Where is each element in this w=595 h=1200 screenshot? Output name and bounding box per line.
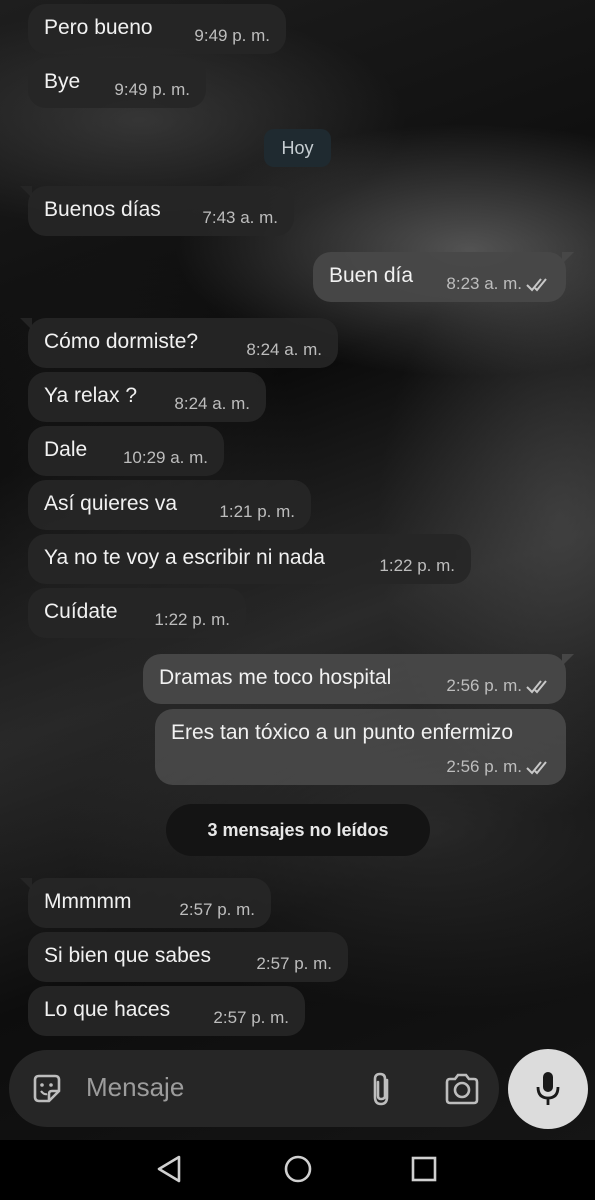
- message-incoming[interactable]: Cuídate 1:22 p. m.: [28, 588, 246, 638]
- message-time: 2:56 p. m.: [446, 676, 522, 695]
- message-incoming[interactable]: Bye 9:49 p. m.: [28, 58, 206, 108]
- message-incoming[interactable]: Dale 10:29 a. m.: [28, 426, 224, 476]
- date-divider: Hoy: [264, 129, 331, 167]
- message-text: Dale: [44, 438, 88, 461]
- bubble-tail: [562, 252, 574, 264]
- message-text: Si bien que sabes: [44, 944, 211, 967]
- message-text: Cómo dormiste?: [44, 330, 199, 353]
- system-navigation-bar: [0, 1140, 595, 1200]
- message-time: 9:49 p. m.: [114, 80, 190, 99]
- message-time: 2:57 p. m.: [213, 1008, 289, 1027]
- message-text: Buenos días: [44, 198, 161, 221]
- message-text: Bye: [44, 70, 81, 93]
- message-outgoing[interactable]: Buen día 8:23 a. m.: [313, 252, 574, 302]
- message-incoming[interactable]: Ya relax ? 8:24 a. m.: [28, 372, 266, 422]
- message-outgoing[interactable]: Eres tan tóxico a un punto enfermizo 2:5…: [155, 709, 566, 785]
- message-incoming[interactable]: Lo que haces 2:57 p. m.: [28, 986, 305, 1036]
- message-text: Cuídate: [44, 600, 118, 623]
- message-time: 2:57 p. m.: [256, 954, 332, 973]
- home-icon[interactable]: [283, 1154, 313, 1184]
- message-text: Buen día: [329, 264, 414, 287]
- message-time: 2:57 p. m.: [179, 900, 255, 919]
- camera-icon[interactable]: [443, 1072, 481, 1106]
- read-ticks-icon: [526, 760, 552, 776]
- message-incoming[interactable]: Ya no te voy a escribir ni nada 1:22 p. …: [28, 534, 471, 584]
- attach-icon[interactable]: [367, 1070, 397, 1108]
- message-incoming[interactable]: Si bien que sabes 2:57 p. m.: [28, 932, 348, 982]
- message-time: 1:22 p. m.: [154, 610, 230, 629]
- message-time: 2:56 p. m.: [446, 757, 522, 776]
- bubble-tail: [20, 186, 32, 198]
- message-text: Ya no te voy a escribir ni nada: [44, 546, 325, 569]
- message-composer: Mensaje: [9, 1050, 499, 1127]
- message-text: Pero bueno: [44, 16, 153, 39]
- message-text: Eres tan tóxico a un punto enfermizo: [171, 721, 514, 744]
- message-time: 8:23 a. m.: [446, 274, 522, 293]
- message-time: 7:43 a. m.: [202, 208, 278, 227]
- read-ticks-icon: [526, 277, 552, 293]
- message-time: 8:24 a. m.: [246, 340, 322, 359]
- bubble-tail: [20, 318, 32, 330]
- message-time: 1:21 p. m.: [219, 502, 295, 521]
- message-incoming[interactable]: Cómo dormiste? 8:24 a. m.: [20, 318, 338, 368]
- message-text: Mmmmm: [44, 890, 132, 913]
- mic-button[interactable]: [508, 1049, 588, 1129]
- message-text: Ya relax ?: [44, 384, 137, 407]
- back-icon[interactable]: [155, 1154, 185, 1184]
- mic-icon: [533, 1070, 563, 1108]
- message-incoming[interactable]: Pero bueno 9:49 p. m.: [28, 4, 286, 54]
- sticker-icon[interactable]: [30, 1072, 64, 1106]
- unread-messages-label: 3 mensajes no leídos: [207, 820, 389, 840]
- read-ticks-icon: [526, 679, 552, 695]
- message-time: 9:49 p. m.: [194, 26, 270, 45]
- bubble-tail: [562, 654, 574, 666]
- message-text: Dramas me toco hospital: [159, 666, 392, 689]
- message-outgoing[interactable]: Dramas me toco hospital 2:56 p. m.: [143, 654, 574, 704]
- message-text: Lo que haces: [44, 998, 171, 1021]
- message-time: 1:22 p. m.: [379, 556, 455, 575]
- date-divider-label: Hoy: [281, 138, 314, 158]
- message-time: 8:24 a. m.: [174, 394, 250, 413]
- unread-messages-banner: 3 mensajes no leídos: [166, 804, 430, 856]
- message-text: Así quieres va: [44, 492, 178, 515]
- message-incoming[interactable]: Buenos días 7:43 a. m.: [20, 186, 294, 236]
- message-incoming[interactable]: Así quieres va 1:21 p. m.: [28, 480, 311, 530]
- message-input[interactable]: Mensaje: [86, 1072, 184, 1103]
- bubble-tail: [20, 878, 32, 890]
- message-time: 10:29 a. m.: [122, 448, 208, 467]
- message-incoming[interactable]: Mmmmm 2:57 p. m.: [20, 878, 271, 928]
- recents-icon[interactable]: [410, 1155, 438, 1183]
